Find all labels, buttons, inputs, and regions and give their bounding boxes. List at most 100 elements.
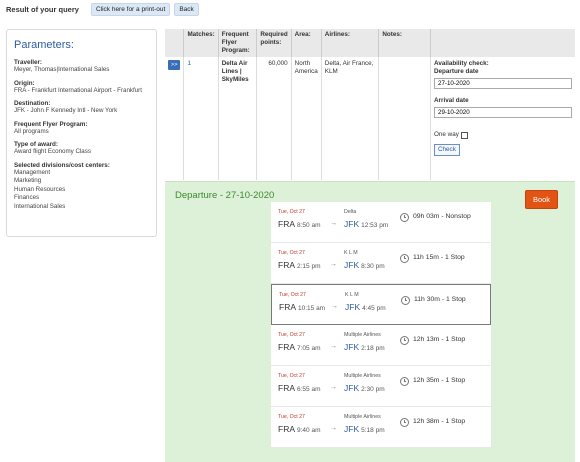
ffp-value: All programs [14, 127, 49, 135]
origin-label: Origin: [14, 79, 35, 87]
flight-departure: FRA 8:50 am [278, 219, 321, 229]
flight-option[interactable]: Tue, Oct 27 FRA 8:50 am → Delta JFK 12:53 … [271, 202, 491, 243]
flight-arrival: JFK 2:18 pm [344, 342, 385, 352]
arrival-time: 8:30 pm [361, 263, 385, 270]
airline-name: Multiple Airlines [344, 332, 381, 338]
origin-code: FRA [278, 342, 295, 352]
flight-duration: 09h 03m - Nonstop [413, 213, 471, 220]
matches-header: Matches: [183, 29, 219, 57]
award-label: Type of award: [14, 141, 58, 148]
match-number: 1 [187, 60, 191, 67]
flight-duration: 12h 38m - 1 Stop [413, 418, 466, 425]
departure-time: 6:55 am [297, 386, 321, 393]
results-table-container: Matches: Frequent Flyer Program: Require… [165, 29, 575, 180]
page-title: Result of your query [6, 4, 79, 14]
arrow-icon: → [330, 220, 337, 227]
award-value: Award flight Economy Class [14, 148, 91, 155]
departure-time: 7:05 am [297, 345, 321, 352]
availability-cell: Availability check: Departure date Arriv… [431, 57, 576, 180]
flight-departure: FRA 9:40 am [278, 424, 321, 434]
division-item: Marketing [14, 177, 42, 184]
back-button[interactable]: Back [174, 2, 199, 16]
departure-time: 8:50 am [297, 222, 321, 229]
division-item: Human Resources [14, 185, 66, 193]
printout-button[interactable]: Click here for a print-out [90, 2, 171, 16]
destination-code: JFK [344, 342, 360, 352]
notes-cell [378, 57, 431, 180]
flight-date: Tue, Oct 27 [278, 414, 305, 420]
flight-arrival: JFK 8:30 pm [344, 260, 385, 270]
origin-code: FRA [278, 383, 295, 393]
arrow-icon: → [330, 261, 337, 268]
parameters-panel: Parameters: Traveller: Meyer, Thomas|Int… [6, 29, 157, 237]
flight-option[interactable]: Tue, Oct 27 FRA 2:15 pm → K L M JFK 8:30 p… [271, 243, 491, 284]
flight-arrival: JFK 12:53 pm [344, 219, 388, 229]
destination-code: JFK [344, 383, 360, 393]
airline-name: K L M [345, 292, 359, 298]
one-way-label: One way [434, 131, 459, 138]
flight-arrival: JFK 4:45 pm [345, 302, 386, 312]
parameters-heading: Parameters: [14, 39, 74, 51]
airline-name: Delta [344, 209, 357, 215]
check-button[interactable]: Check [434, 144, 460, 156]
flight-option[interactable]: Tue, Oct 27 FRA 7:05 am → Multiple Airlin… [271, 325, 491, 366]
expand-button[interactable]: >> [168, 60, 181, 70]
flight-date: Tue, Oct 27 [279, 292, 306, 298]
origin-code: FRA [279, 302, 296, 312]
flight-arrival: JFK 5:18 pm [344, 424, 385, 434]
flight-duration: 12h 13m - 1 Stop [413, 336, 466, 343]
flight-date: Tue, Oct 27 [278, 332, 305, 338]
origin-code: FRA [278, 424, 295, 434]
arrow-icon: → [331, 303, 338, 310]
one-way-checkbox[interactable] [460, 131, 468, 139]
flight-date: Tue, Oct 27 [278, 209, 305, 215]
flight-duration: 11h 30m - 1 Stop [414, 296, 466, 303]
arrival-date-input[interactable] [434, 107, 572, 118]
division-item: Finances [14, 194, 40, 201]
clock-icon [400, 254, 409, 263]
origin-code: FRA [278, 260, 295, 270]
clock-icon [400, 336, 409, 345]
destination-code: JFK [344, 260, 360, 270]
flight-departure: FRA 10:15 am [279, 302, 325, 312]
flight-option[interactable]: Tue, Oct 27 FRA 6:55 am → Multiple Airlin… [271, 366, 491, 407]
flight-option-selected[interactable]: Tue, Oct 27 FRA 10:15 am → K L M JFK 4:45 … [271, 284, 491, 325]
program-header: Frequent Flyer Program: [218, 29, 258, 57]
flight-duration: 12h 35m - 1 Stop [413, 377, 466, 384]
destination-code: JFK [345, 302, 361, 312]
divisions-label: Selected divisions/cost centers: [14, 161, 110, 169]
flight-duration: 11h 15m - 1 Stop [413, 254, 465, 261]
program-cell: Delta Air Lines | SkyMiles [218, 57, 258, 180]
traveller-label: Traveller: [14, 59, 43, 66]
destination-code: JFK [344, 424, 360, 434]
flight-departure: FRA 6:55 am [278, 383, 321, 393]
arrival-date-label: Arrival date [434, 97, 469, 104]
results-table: Matches: Frequent Flyer Program: Require… [165, 29, 575, 180]
departure-date-input[interactable] [434, 78, 572, 89]
departure-time: 9:40 am [297, 427, 321, 434]
arrival-time: 4:45 pm [362, 305, 386, 312]
arrival-time: 5:18 pm [361, 427, 385, 434]
departure-panel: Departure - 27-10-2020 Book Tue, Oct 27 … [165, 181, 575, 462]
notes-header: Notes: [378, 29, 431, 57]
departure-time: 10:15 am [298, 305, 326, 312]
flight-option[interactable]: Tue, Oct 27 FRA 9:40 am → Multiple Airlin… [271, 407, 491, 448]
arrival-time: 2:30 pm [361, 386, 385, 393]
airlines-header: Airlines: [321, 29, 380, 57]
points-cell: 60,000 [256, 57, 292, 180]
departure-title: Departure - 27-10-2020 [175, 190, 275, 201]
top-bar: Result of your query Click here for a pr… [6, 2, 203, 16]
division-item: Management [14, 168, 51, 176]
traveller-value: Meyer, Thomas|International Sales [14, 66, 110, 73]
area-cell: North America [291, 57, 322, 180]
points-header: Required points: [256, 29, 292, 57]
clock-icon [400, 213, 409, 222]
availability-header [430, 29, 575, 57]
arrow-icon: → [330, 343, 337, 350]
one-way-row: One way [434, 131, 572, 139]
book-button[interactable]: Book [525, 190, 558, 209]
airlines-cell: Delta, Air France, KLM [321, 57, 380, 180]
origin-code: FRA [278, 219, 295, 229]
arrival-time: 2:18 pm [361, 345, 385, 352]
clock-icon [400, 377, 409, 386]
